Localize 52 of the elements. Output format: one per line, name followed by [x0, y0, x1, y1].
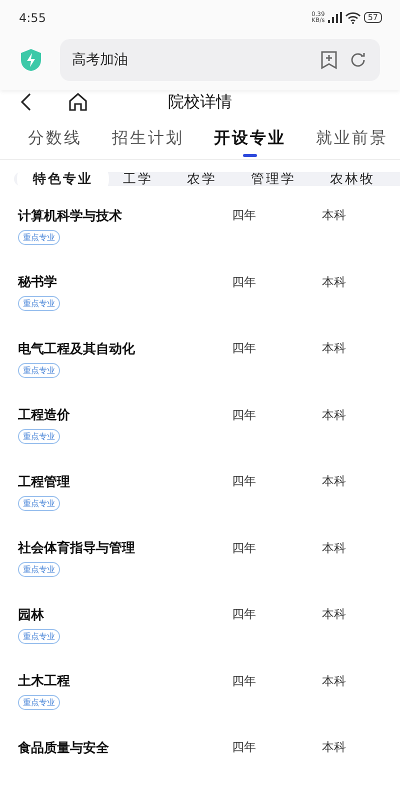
address-bar[interactable]: 高考加油	[60, 39, 380, 81]
degree-level: 本科	[322, 274, 346, 290]
major-name[interactable]: 计算机科学与技术	[18, 206, 232, 224]
degree-level: 本科	[322, 473, 346, 490]
degree-level: 本科	[322, 406, 346, 424]
study-duration: 四年	[232, 473, 257, 490]
major-name[interactable]: 秘书学	[18, 273, 232, 291]
key-major-badge: 重点专业	[18, 230, 60, 244]
study-duration: 四年	[232, 207, 257, 224]
key-major-badge: 重点专业	[18, 562, 60, 577]
study-duration: 四年	[232, 739, 257, 756]
signal-icon	[328, 12, 342, 23]
study-duration: 四年	[232, 672, 257, 690]
major-name[interactable]: 食品质量与安全	[18, 738, 232, 756]
category-chip[interactable]: 工学	[115, 172, 161, 186]
degree-level: 本科	[322, 672, 346, 690]
study-duration: 四年	[232, 406, 257, 424]
key-major-badge: 重点专业	[18, 695, 60, 710]
degree-level: 本科	[322, 340, 346, 357]
study-duration: 四年	[232, 540, 257, 556]
home-icon[interactable]	[66, 90, 90, 114]
battery-level: 57	[364, 12, 382, 23]
status-time: 4:55	[19, 10, 46, 24]
key-major-badge: 重点专业	[18, 496, 60, 510]
degree-level: 本科	[322, 540, 346, 556]
major-name[interactable]: 土木工程	[18, 672, 232, 690]
page-title: 院校详情	[168, 92, 232, 112]
category-chip[interactable]: 管理学	[243, 172, 304, 186]
category-chip[interactable]: 农林牧	[322, 172, 383, 186]
key-major-badge: 重点专业	[18, 628, 60, 644]
degree-level: 本科	[322, 606, 346, 623]
study-duration: 四年	[232, 606, 257, 623]
bookmark-add-icon[interactable]	[320, 50, 338, 70]
tab[interactable]: 就业前景	[316, 122, 388, 159]
tab[interactable]: 招生计划	[112, 122, 184, 159]
tab[interactable]: 开设专业	[214, 122, 286, 159]
major-name[interactable]: 工程造价	[18, 406, 232, 424]
category-chip[interactable]: 特色专业	[17, 172, 109, 186]
major-name[interactable]: 电气工程及其自动化	[18, 340, 232, 358]
category-chip[interactable]: 农学	[179, 172, 225, 186]
major-name[interactable]: 工程管理	[18, 472, 232, 490]
study-duration: 四年	[232, 274, 257, 290]
study-duration: 四年	[232, 340, 257, 357]
key-major-badge: 重点专业	[18, 296, 60, 311]
degree-level: 本科	[322, 739, 346, 756]
key-major-badge: 重点专业	[18, 362, 60, 378]
major-name[interactable]: 社会体育指导与管理	[18, 539, 232, 557]
major-name[interactable]: 园林	[18, 606, 232, 624]
wifi-icon	[344, 12, 361, 24]
tab[interactable]: 分数线	[28, 122, 82, 159]
key-major-badge: 重点专业	[18, 429, 60, 444]
degree-level: 本科	[322, 207, 346, 224]
